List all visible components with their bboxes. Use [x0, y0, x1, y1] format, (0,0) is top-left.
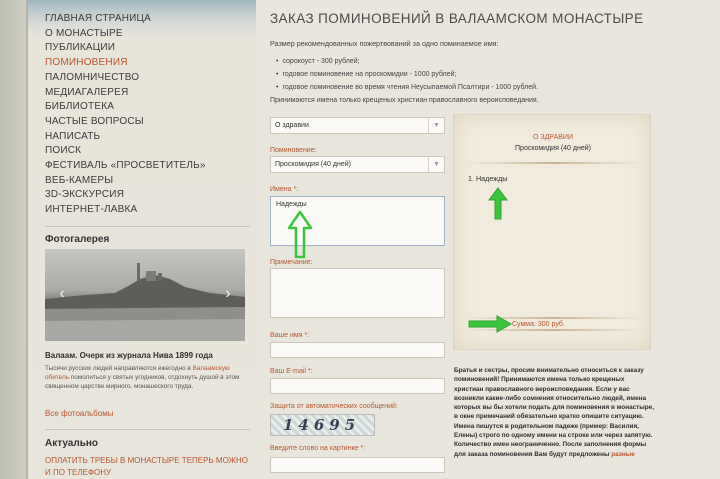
list-item: годовое поминовение во время чтения Неус… [282, 81, 538, 94]
list-item: сорокоуст - 300 рублей; [282, 55, 538, 68]
commemoration-label: Поминовение: [270, 147, 317, 154]
nav-item-faq[interactable]: ЧАСТЫЕ ВОПРОСЫ [45, 115, 206, 130]
green-arrow-icon [488, 187, 508, 220]
email-label: Ваш E-mail *: [270, 368, 313, 375]
chevron-right-icon[interactable]: › [221, 285, 235, 303]
list-item: 1. Надежды [468, 174, 508, 183]
nav-item-3d-tour[interactable]: 3D-ЭКСКУРСИЯ [45, 188, 206, 203]
green-arrow-icon [468, 315, 513, 333]
remark-textarea[interactable] [270, 268, 445, 318]
nav-item-festival[interactable]: ФЕСТИВАЛЬ «ПРОСВЕТИТЕЛЬ» [45, 159, 206, 174]
nav-item-webcams[interactable]: ВЕБ-КАМЕРЫ [45, 174, 206, 189]
info-link[interactable]: разные [611, 451, 635, 458]
nav-item-home[interactable]: ГЛАВНАЯ СТРАНИЦА [45, 12, 206, 27]
all-albums-link[interactable]: Все фотоальбомы [45, 409, 113, 418]
donation-intro: Размер рекомендованных пожертвований за … [270, 39, 499, 48]
sidebar-divider [45, 429, 250, 430]
gallery-photo [45, 263, 245, 341]
gallery-description: Тысячи русских людей направляются ежегод… [45, 364, 245, 391]
your-name-input[interactable] [270, 342, 445, 358]
nav-item-about[interactable]: О МОНАСТЫРЕ [45, 27, 206, 42]
donation-list: сорокоуст - 300 рублей; годовое поминове… [282, 55, 538, 94]
preview-names-list: 1. Надежды [468, 174, 507, 183]
nav-item-search[interactable]: ПОИСК [45, 144, 206, 159]
main-nav: ГЛАВНАЯ СТРАНИЦА О МОНАСТЫРЕ ПУБЛИКАЦИИ … [45, 12, 206, 218]
preview-divider [464, 162, 642, 164]
gallery-heading: Фотогалерея [45, 234, 110, 245]
gallery-dots[interactable] [111, 331, 174, 341]
preview-sum: Сумма: 300 руб. [512, 321, 565, 328]
nav-item-shop[interactable]: ИНТЕРНЕТ-ЛАВКА [45, 203, 206, 218]
chevron-down-icon[interactable]: ▼ [428, 118, 444, 133]
page-title: ЗАКАЗ ПОМИНОВЕНИЙ В ВАЛААМСКОМ МОНАСТЫРЕ [270, 11, 644, 26]
chevron-left-icon[interactable]: ‹ [55, 285, 69, 303]
commemoration-type-select[interactable]: О здравии ▼ [270, 117, 445, 134]
actual-link[interactable]: ОПЛАТИТЬ ТРЕБЫ В МОНАСТЫРЕ ТЕПЕРЬ МОЖНО … [45, 455, 255, 479]
your-name-label: Ваше имя *: [270, 332, 310, 339]
captcha-input[interactable] [270, 457, 445, 473]
list-item: годовое поминовение на проскомидии - 100… [282, 68, 538, 81]
preview-heading: О ЗДРАВИИ [533, 134, 573, 141]
gallery-text-part: помолиться у святых угодников, отдохнуть… [45, 374, 240, 390]
select-value: О здравии [275, 122, 309, 129]
names-label: Имена *: [270, 186, 299, 193]
nav-item-pilgrimage[interactable]: ПАЛОМНИЧЕСТВО [45, 71, 206, 86]
captcha-input-label: Введите слово на картинке *: [270, 445, 366, 452]
info-text-body: Братья и сестры, просим внимательно отно… [454, 367, 655, 458]
chevron-down-icon[interactable]: ▼ [428, 157, 444, 172]
commemoration-select[interactable]: Проскомидия (40 дней) ▼ [270, 156, 445, 173]
nav-item-library[interactable]: БИБЛИОТЕКА [45, 100, 206, 115]
nav-item-publications[interactable]: ПУБЛИКАЦИИ [45, 41, 206, 56]
gallery-caption: Валаам. Очерк из журнала Нива 1899 года [45, 351, 213, 360]
gallery-slider[interactable]: ‹ › [45, 249, 245, 341]
info-text: Братья и сестры, просим внимательно отно… [454, 366, 654, 459]
nav-item-write[interactable]: НАПИСАТЬ [45, 130, 206, 145]
gallery-text-part: Тысячи русских людей направляются ежегод… [45, 365, 193, 372]
select-value: Проскомидия (40 дней) [275, 161, 351, 168]
captcha-label: Защита от автоматических сообщений: [270, 403, 398, 410]
remark-label: Примечание: [270, 259, 313, 266]
nav-item-commemorations[interactable]: ПОМИНОВЕНИЯ [45, 56, 206, 71]
page-edge [0, 0, 28, 479]
actual-heading: Актуально [45, 438, 99, 449]
email-input[interactable] [270, 378, 445, 394]
green-arrow-icon [287, 210, 313, 259]
preview-subheading: Проскомидия (40 дней) [515, 145, 591, 152]
captcha-image: 14695 [270, 414, 375, 436]
sidebar-divider [45, 226, 250, 227]
nav-item-media[interactable]: МЕДИАГАЛЕРЕЯ [45, 86, 206, 101]
names-note: Принимаются имена только крещеных христи… [270, 97, 539, 104]
